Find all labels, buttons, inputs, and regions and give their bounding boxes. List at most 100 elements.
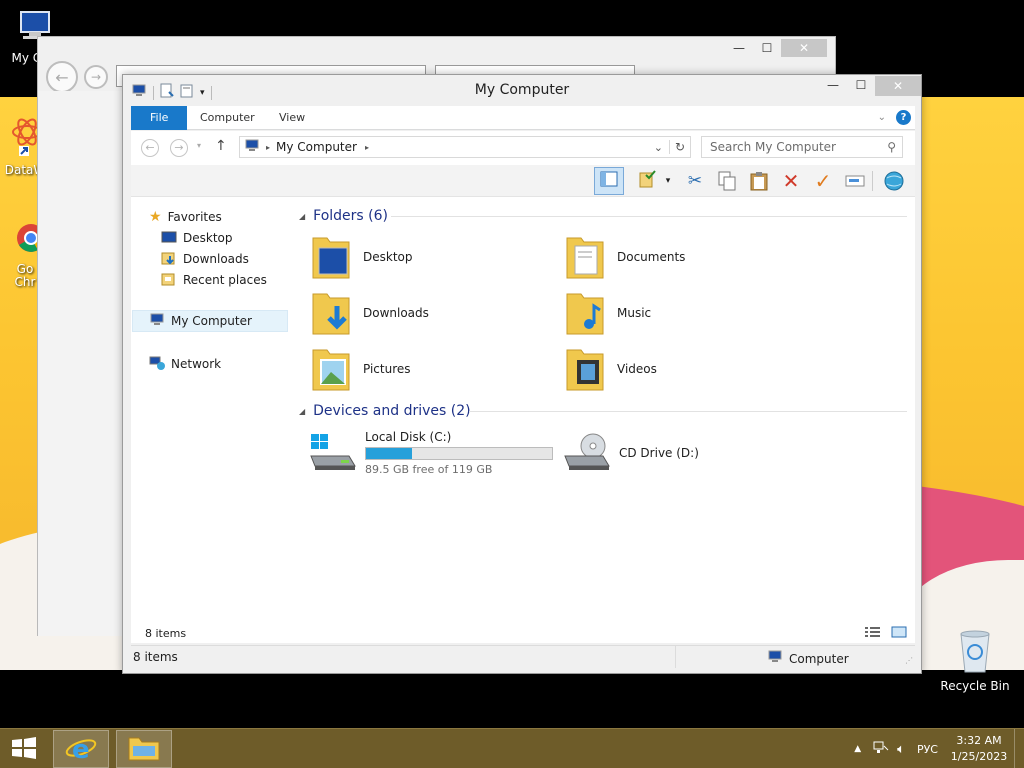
close-button[interactable]: ✕ (875, 76, 921, 96)
desktop-icon-label: Recycle Bin (940, 679, 1010, 693)
collapse-triangle-icon: ◢ (299, 211, 306, 221)
copy-icon[interactable] (716, 170, 738, 192)
videos-folder-icon (565, 344, 607, 395)
show-hidden-icons-chevron-icon[interactable]: ▲ (854, 744, 861, 754)
folder-label: Videos (617, 362, 657, 376)
breadcrumb-chevron-icon[interactable]: ▸ (266, 143, 270, 152)
cd-drive-icon (563, 432, 611, 475)
close-button[interactable]: ✕ (781, 39, 827, 57)
help-icon[interactable]: ? (896, 110, 911, 125)
drive-name: CD Drive (D:) (619, 446, 699, 460)
item-count: 8 items (145, 627, 187, 640)
nav-item-desktop[interactable]: Desktop (161, 227, 233, 249)
minimize-button[interactable]: — (819, 76, 847, 94)
show-desktop-button[interactable] (1014, 729, 1024, 768)
back-button[interactable]: ← (141, 139, 159, 157)
status-item-count: 8 items (133, 650, 178, 664)
nav-item-label: Recent places (183, 273, 267, 287)
arrow-left-icon: ← (55, 67, 69, 87)
desktop-icon-recycle-bin[interactable]: Recycle Bin (938, 628, 1012, 693)
expand-ribbon-chevron-icon[interactable]: ⌄ (878, 112, 886, 123)
apply-checkmark-icon[interactable]: ✓ (812, 169, 834, 193)
folder-label: Music (617, 306, 652, 320)
content-area: ★ Favorites Desktop Downloads Recent pla… (131, 197, 915, 643)
browser-forward-button[interactable]: → (84, 65, 108, 89)
properties-dropdown-icon[interactable]: ▾ (661, 170, 675, 192)
clock-time: 3:32 AM (956, 734, 1002, 747)
status-location: Computer (767, 650, 849, 667)
details-view-icon[interactable] (865, 626, 881, 641)
title-bar[interactable]: ▾ My Computer — ☐ ✕ (123, 75, 921, 105)
taskbar: e ▲ 🔈︎ РУС 3:32 AM 1/25/2023 (0, 728, 1024, 768)
separator (872, 171, 873, 191)
nav-item-recent-places[interactable]: Recent places (161, 269, 267, 291)
drive-name: Local Disk (C:) (365, 430, 452, 444)
recent-locations-dropdown-icon[interactable]: ▾ (197, 141, 201, 150)
star-icon: ★ (149, 209, 162, 225)
maximize-button[interactable]: ☐ (847, 76, 875, 94)
language-indicator[interactable]: РУС (917, 743, 938, 756)
minimize-button[interactable]: — (725, 39, 753, 57)
drive-local-disk-c[interactable]: Local Disk (C:) 89.5 GB free of 119 GB (309, 428, 553, 478)
folder-downloads[interactable]: Downloads (311, 288, 561, 338)
paste-icon[interactable] (748, 170, 770, 192)
resize-grip-icon[interactable]: ⋰ (905, 656, 913, 665)
drive-cd-d[interactable]: CD Drive (D:) (563, 428, 699, 478)
folder-documents[interactable]: Documents (565, 232, 815, 282)
breadcrumb-chevron-icon[interactable]: ▸ (365, 143, 369, 152)
nav-item-favorites[interactable]: ★ Favorites (149, 206, 222, 228)
tab-computer[interactable]: Computer (187, 106, 268, 130)
nav-item-downloads[interactable]: Downloads (161, 248, 249, 270)
folder-music[interactable]: Music (565, 288, 815, 338)
clock[interactable]: 3:32 AM 1/25/2023 (944, 733, 1014, 765)
folder-pictures[interactable]: Pictures (311, 344, 561, 394)
items-view: ◢ Folders (6) Desktop Documents Download… (291, 197, 915, 643)
group-header-devices[interactable]: ◢ Devices and drives (2) (299, 401, 909, 421)
drive-free-space: 89.5 GB free of 119 GB (365, 463, 493, 476)
folder-videos[interactable]: Videos (565, 344, 815, 394)
system-tray: ▲ 🔈︎ РУС 3:32 AM 1/25/2023 (854, 729, 1024, 768)
rename-icon[interactable] (844, 170, 866, 192)
browser-side-pane (38, 91, 128, 636)
computer-small-icon (244, 139, 260, 156)
taskbar-file-explorer[interactable] (116, 730, 172, 768)
tab-file[interactable]: File (131, 106, 188, 130)
separator (675, 646, 676, 668)
window-caption-buttons: — ☐ ✕ (819, 76, 921, 96)
cut-icon[interactable]: ✂ (684, 170, 706, 192)
start-button[interactable] (4, 730, 44, 768)
preview-pane-button[interactable] (594, 167, 624, 195)
folder-desktop[interactable]: Desktop (311, 232, 561, 282)
arrow-right-icon: → (174, 141, 184, 154)
forward-button[interactable]: → (170, 139, 188, 157)
nav-item-network[interactable]: Network (149, 353, 221, 375)
collapse-triangle-icon: ◢ (299, 406, 306, 416)
network-status-icon[interactable] (873, 741, 889, 758)
up-arrow-icon[interactable]: ↑ (215, 138, 227, 154)
recycle-bin-icon (938, 628, 1012, 677)
nav-item-my-computer[interactable]: My Computer (132, 310, 288, 332)
explorer-window[interactable]: ▾ My Computer — ☐ ✕ File Computer View ⌄… (122, 74, 922, 674)
browser-back-button[interactable]: ← (46, 61, 78, 93)
nav-item-label: Network (171, 357, 222, 371)
address-breadcrumb-my-computer[interactable]: My Computer (276, 140, 357, 154)
desktop-small-icon (161, 231, 177, 246)
properties-button[interactable] (637, 169, 659, 192)
group-header-folders[interactable]: ◢ Folders (6) (299, 206, 909, 226)
large-icons-view-icon[interactable] (891, 626, 907, 641)
folder-label: Downloads (363, 306, 429, 320)
address-dropdown-icon[interactable]: ⌄ (654, 141, 663, 154)
delete-icon[interactable]: ✕ (780, 169, 802, 193)
globe-icon[interactable] (883, 170, 905, 192)
computer-small-icon (149, 313, 165, 330)
search-placeholder: Search My Computer (710, 140, 836, 154)
volume-icon[interactable]: 🔈︎ (897, 742, 905, 757)
search-input[interactable]: Search My Computer ⚲ (701, 136, 903, 158)
address-bar[interactable]: ▸ My Computer ▸ ⌄ ↻ (239, 136, 691, 158)
tab-view[interactable]: View (266, 106, 318, 130)
browser-caption-buttons: — ☐ ✕ (725, 39, 827, 57)
refresh-icon[interactable]: ↻ (668, 140, 690, 154)
maximize-button[interactable]: ☐ (753, 39, 781, 57)
taskbar-internet-explorer[interactable]: e (53, 730, 109, 768)
drive-usage-fill (366, 448, 413, 459)
